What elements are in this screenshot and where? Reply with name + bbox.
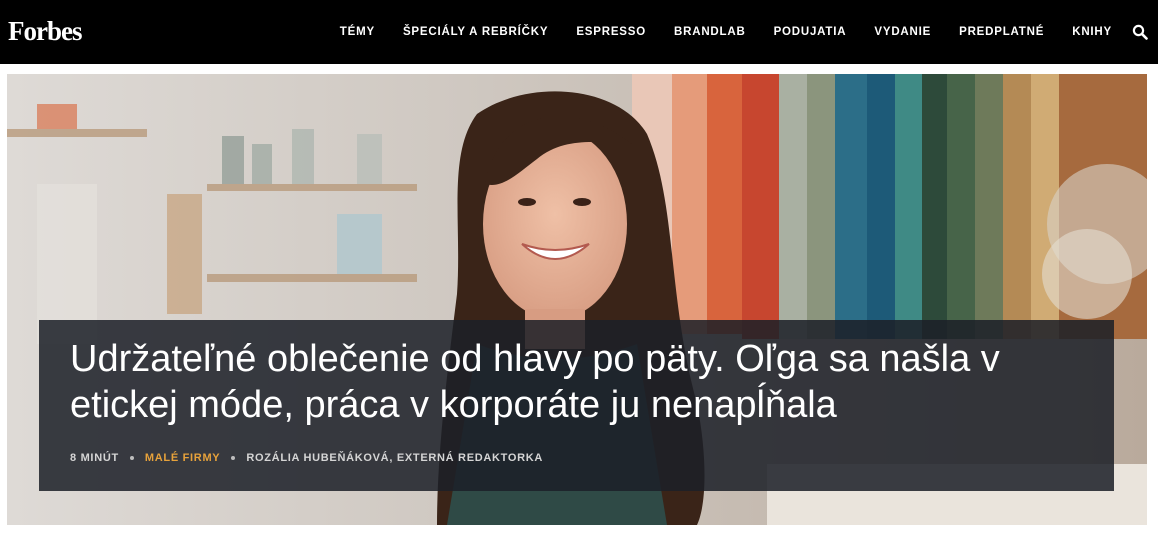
meta-separator-dot	[129, 456, 134, 460]
nav-item-temy[interactable]: TÉMY	[340, 26, 375, 38]
main-nav: TÉMY ŠPECIÁLY A REBRÍČKY ESPRESSO BRANDL…	[340, 0, 1112, 64]
nav-item-podujatia[interactable]: PODUJATIA	[774, 26, 847, 38]
hero-article-card[interactable]: Udržateľné oblečenie od hlavy po päty. O…	[7, 74, 1147, 525]
forbes-logo[interactable]: Forbes	[8, 15, 82, 47]
nav-item-predplatne[interactable]: PREDPLATNÉ	[959, 26, 1044, 38]
article-headline[interactable]: Udržateľné oblečenie od hlavy po päty. O…	[70, 336, 1100, 428]
meta-separator-dot	[231, 456, 236, 460]
search-icon	[1132, 24, 1148, 40]
nav-item-espresso[interactable]: ESPRESSO	[576, 26, 646, 38]
headline-overlay: Udržateľné oblečenie od hlavy po päty. O…	[39, 320, 1114, 491]
nav-item-vydanie[interactable]: VYDANIE	[874, 26, 931, 38]
nav-item-brandlab[interactable]: BRANDLAB	[674, 26, 746, 38]
nav-item-specialy-a-rebricky[interactable]: ŠPECIÁLY A REBRÍČKY	[403, 26, 548, 38]
category-link[interactable]: MALÉ FIRMY	[145, 452, 220, 464]
nav-item-knihy[interactable]: KNIHY	[1072, 26, 1112, 38]
article-meta: 8 MINÚT MALÉ FIRMY ROZÁLIA HUBEŇÁKOVÁ, E…	[70, 452, 543, 464]
author-link[interactable]: ROZÁLIA HUBEŇÁKOVÁ, EXTERNÁ REDAKTORKA	[246, 452, 543, 464]
search-button[interactable]	[1132, 24, 1148, 40]
top-navigation-bar: Forbes TÉMY ŠPECIÁLY A REBRÍČKY ESPRESSO…	[0, 0, 1158, 64]
read-time: 8 MINÚT	[70, 452, 119, 464]
